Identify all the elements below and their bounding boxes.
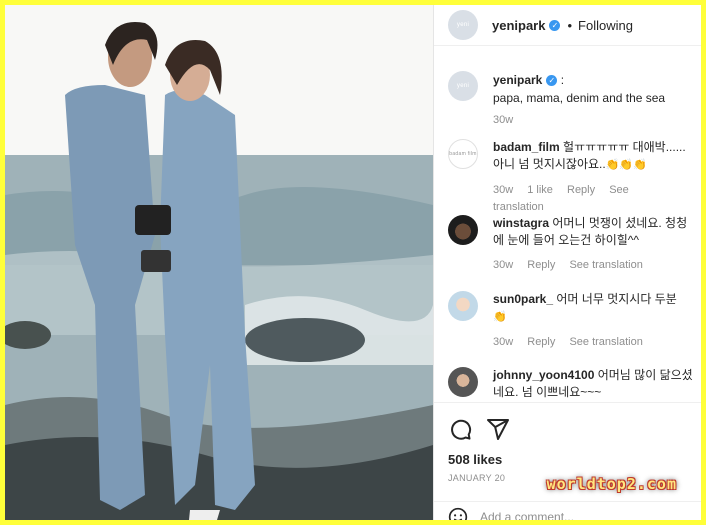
clapping-hands-icon: 👏👏👏 bbox=[605, 159, 647, 171]
add-comment-bar: Add a comment... bbox=[434, 501, 701, 520]
couple-photo-illustration bbox=[5, 5, 433, 520]
comment-item: winstagra 어머니 멋쟁이 셨네요. 청청에 눈에 들어 오는건 하이힐… bbox=[448, 215, 696, 274]
avatar-label: yeni bbox=[456, 22, 470, 28]
caption-username[interactable]: yenipark bbox=[493, 73, 542, 87]
see-translation-link[interactable]: See translation bbox=[493, 184, 629, 213]
comments-list[interactable]: yeni yenipark ✓ : papa, mama, denim and t… bbox=[434, 61, 701, 401]
avatar-label: yeni bbox=[456, 83, 470, 89]
comment-item: johnny_yoon4100 어머님 많이 닮으셨네요. 넘 이쁘네요~~~ bbox=[448, 367, 696, 401]
comment-time: 30w bbox=[493, 336, 514, 348]
post-header: yeni yenipark ✓ • Following bbox=[434, 5, 701, 46]
reply-button[interactable]: Reply bbox=[527, 259, 555, 271]
share-icon[interactable] bbox=[486, 417, 510, 441]
like-count[interactable]: 508 likes bbox=[448, 452, 688, 467]
commenter-username[interactable]: winstagra bbox=[493, 216, 549, 230]
add-comment-input[interactable]: Add a comment... bbox=[480, 510, 574, 520]
caption-time: 30w bbox=[493, 114, 514, 126]
emoji-icon[interactable] bbox=[448, 507, 468, 520]
verified-badge-icon: ✓ bbox=[546, 75, 558, 86]
comment-time: 30w bbox=[493, 259, 514, 271]
comment-likes[interactable]: 1 like bbox=[527, 184, 553, 196]
commenter-avatar[interactable] bbox=[448, 215, 478, 245]
watermark-logo: worldtop2.com bbox=[546, 475, 677, 493]
caption: yeni yenipark ✓ : papa, mama, denim and t… bbox=[448, 71, 696, 129]
separator-dot: • bbox=[567, 17, 573, 33]
comment-item: sun0park_ 어머 너무 멋지시다 두분 👏 30w Reply See … bbox=[448, 291, 696, 351]
reply-button[interactable]: Reply bbox=[527, 336, 555, 348]
commenter-avatar[interactable]: badam film bbox=[448, 139, 478, 169]
commenter-username[interactable]: sun0park_ bbox=[493, 292, 553, 306]
caption-text: papa, mama, denim and the sea bbox=[493, 91, 666, 105]
verified-badge-icon: ✓ bbox=[549, 19, 561, 31]
following-button[interactable]: Following bbox=[578, 18, 633, 33]
comment-text: 어머 너무 멋지시다 두분 bbox=[556, 292, 677, 306]
see-translation-link[interactable]: See translation bbox=[569, 336, 642, 348]
post-photo[interactable] bbox=[5, 5, 433, 520]
commenter-avatar[interactable] bbox=[448, 367, 478, 397]
comment-item: badam film badam_film 헐ㅠㅠㅠㅠㅠ 대애박......아니… bbox=[448, 139, 696, 216]
author-avatar[interactable]: yeni bbox=[448, 10, 478, 40]
commenter-username[interactable]: johnny_yoon4100 bbox=[493, 368, 594, 382]
clapping-hands-icon: 👏 bbox=[493, 311, 507, 323]
comment-time: 30w bbox=[493, 184, 514, 196]
commenter-avatar[interactable] bbox=[448, 291, 478, 321]
commenter-username[interactable]: badam_film bbox=[493, 140, 560, 154]
post-sidebar: yeni yenipark ✓ • Following yeni yenipar… bbox=[433, 5, 701, 520]
reply-button[interactable]: Reply bbox=[567, 184, 595, 196]
post-modal: yeni yenipark ✓ • Following yeni yenipar… bbox=[5, 5, 701, 520]
see-translation-link[interactable]: See translation bbox=[569, 259, 642, 271]
caption-avatar[interactable]: yeni bbox=[448, 71, 478, 101]
avatar-label: badam film bbox=[449, 151, 477, 157]
caption-colon: : bbox=[560, 73, 565, 87]
author-username[interactable]: yenipark bbox=[492, 18, 545, 33]
comment-icon[interactable] bbox=[448, 417, 472, 441]
